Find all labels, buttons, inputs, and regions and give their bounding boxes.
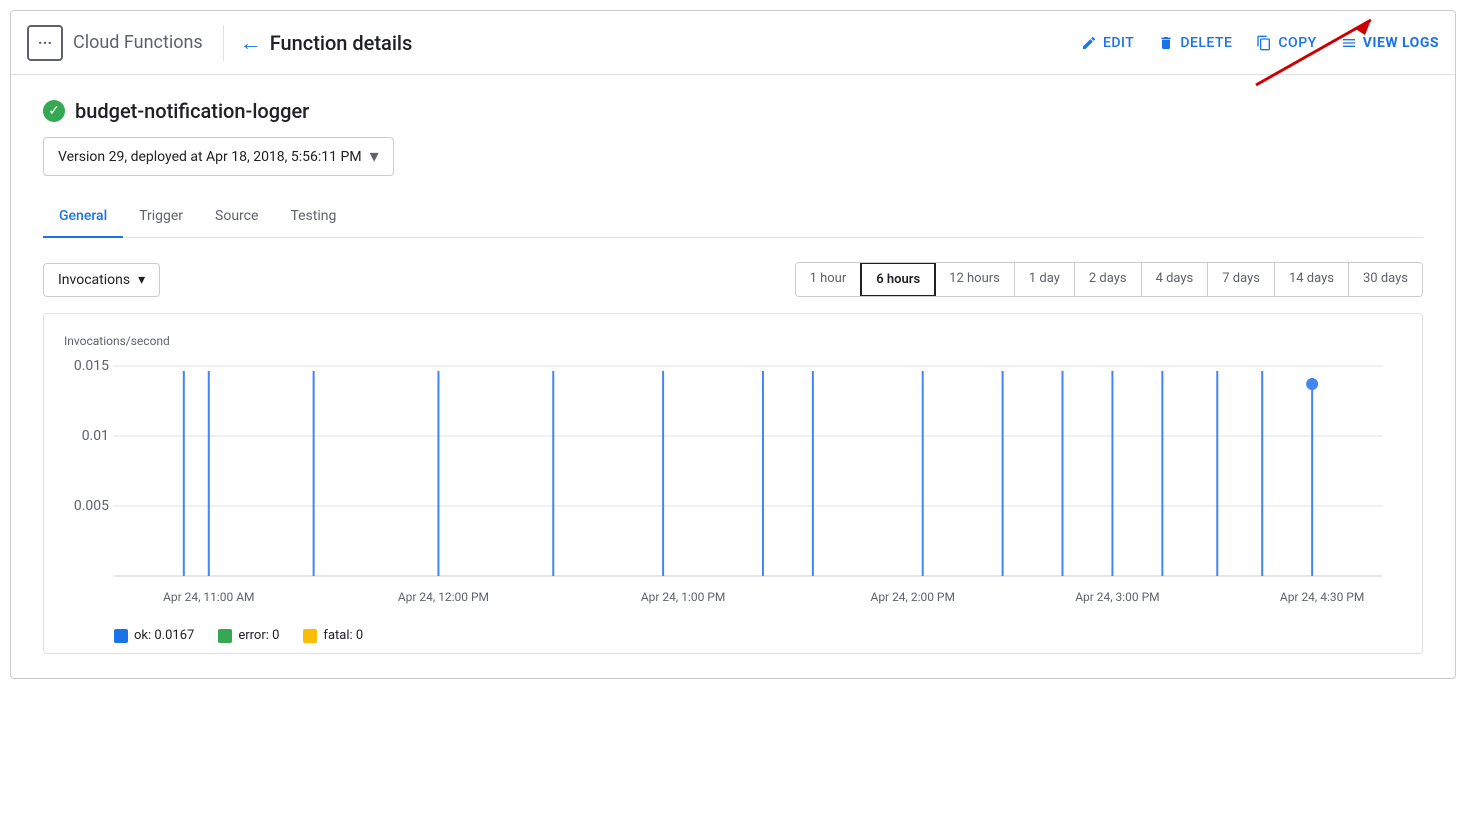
edit-icon xyxy=(1081,35,1097,51)
time-btn-1hour[interactable]: 1 hour xyxy=(796,263,862,296)
delete-button[interactable]: DELETE xyxy=(1158,35,1232,51)
legend-ok-label: ok: 0.0167 xyxy=(134,628,194,643)
tab-trigger[interactable]: Trigger xyxy=(123,196,199,238)
y-axis-label: Invocations/second xyxy=(64,334,1402,348)
delete-icon xyxy=(1158,35,1174,51)
svg-text:0.01: 0.01 xyxy=(82,428,109,444)
tab-general[interactable]: General xyxy=(43,196,123,238)
time-btn-30days[interactable]: 30 days xyxy=(1349,263,1422,296)
chart-container: Invocations/second 0.015 0.01 0.005 xyxy=(43,313,1423,654)
svg-text:Apr 24, 1:00 PM: Apr 24, 1:00 PM xyxy=(641,590,725,604)
copy-icon xyxy=(1256,35,1272,51)
back-button[interactable]: ← xyxy=(240,30,262,56)
metric-chevron-icon: ▾ xyxy=(138,272,145,288)
view-logs-button[interactable]: VIEW LOGS xyxy=(1341,35,1439,51)
legend-fatal-color xyxy=(303,629,317,643)
chart-area: 0.015 0.01 0.005 xyxy=(64,356,1402,616)
tab-source[interactable]: Source xyxy=(199,196,274,238)
legend-error: error: 0 xyxy=(218,628,279,643)
legend-fatal: fatal: 0 xyxy=(303,628,363,643)
time-range-buttons: 1 hour 6 hours 12 hours 1 day 2 days 4 d… xyxy=(795,262,1423,297)
time-btn-14days[interactable]: 14 days xyxy=(1275,263,1349,296)
view-logs-icon xyxy=(1341,35,1357,51)
page-title: Function details xyxy=(270,31,1081,55)
nav-actions: EDIT DELETE COPY VIEW LOGS xyxy=(1081,35,1439,51)
legend-fatal-label: fatal: 0 xyxy=(323,628,363,643)
svg-text:Apr 24, 11:00 AM: Apr 24, 11:00 AM xyxy=(163,590,254,604)
svg-text:0.005: 0.005 xyxy=(74,498,109,514)
main-content: ✓ budget-notification-logger Version 29,… xyxy=(11,75,1455,678)
legend-ok-color xyxy=(114,629,128,643)
top-nav: ··· Cloud Functions ← Function details E… xyxy=(11,11,1455,75)
time-btn-12hours[interactable]: 12 hours xyxy=(935,263,1015,296)
app-name: Cloud Functions xyxy=(73,32,203,53)
metric-selector[interactable]: Invocations ▾ xyxy=(43,263,160,297)
chart-legend: ok: 0.0167 error: 0 fatal: 0 xyxy=(64,628,1402,643)
version-selector[interactable]: Version 29, deployed at Apr 18, 2018, 5:… xyxy=(43,137,394,176)
svg-text:Apr 24, 2:00 PM: Apr 24, 2:00 PM xyxy=(871,590,955,604)
logo-icon: ··· xyxy=(27,25,63,61)
time-btn-6hours[interactable]: 6 hours xyxy=(860,262,936,297)
function-header: ✓ budget-notification-logger xyxy=(43,99,1423,123)
function-name: budget-notification-logger xyxy=(75,99,309,123)
svg-text:0.015: 0.015 xyxy=(74,358,109,374)
edit-button[interactable]: EDIT xyxy=(1081,35,1134,51)
svg-text:Apr 24, 4:30 PM: Apr 24, 4:30 PM xyxy=(1280,590,1364,604)
time-btn-7days[interactable]: 7 days xyxy=(1208,263,1275,296)
chart-svg: 0.015 0.01 0.005 xyxy=(64,356,1402,616)
version-label: Version 29, deployed at Apr 18, 2018, 5:… xyxy=(58,149,362,165)
legend-error-color xyxy=(218,629,232,643)
time-btn-1day[interactable]: 1 day xyxy=(1015,263,1075,296)
legend-ok: ok: 0.0167 xyxy=(114,628,194,643)
status-icon: ✓ xyxy=(43,100,65,122)
app-logo: ··· Cloud Functions xyxy=(27,25,224,61)
tabs-bar: General Trigger Source Testing xyxy=(43,196,1423,238)
svg-text:Apr 24, 12:00 PM: Apr 24, 12:00 PM xyxy=(398,590,489,604)
svg-text:Apr 24, 3:00 PM: Apr 24, 3:00 PM xyxy=(1075,590,1159,604)
tab-testing[interactable]: Testing xyxy=(274,196,352,238)
chart-controls: Invocations ▾ 1 hour 6 hours 12 hours 1 … xyxy=(43,262,1423,297)
time-btn-4days[interactable]: 4 days xyxy=(1142,263,1209,296)
copy-button[interactable]: COPY xyxy=(1256,35,1316,51)
metric-label: Invocations xyxy=(58,272,130,288)
chevron-down-icon: ▾ xyxy=(370,146,379,167)
legend-error-label: error: 0 xyxy=(238,628,279,643)
time-btn-2days[interactable]: 2 days xyxy=(1075,263,1142,296)
